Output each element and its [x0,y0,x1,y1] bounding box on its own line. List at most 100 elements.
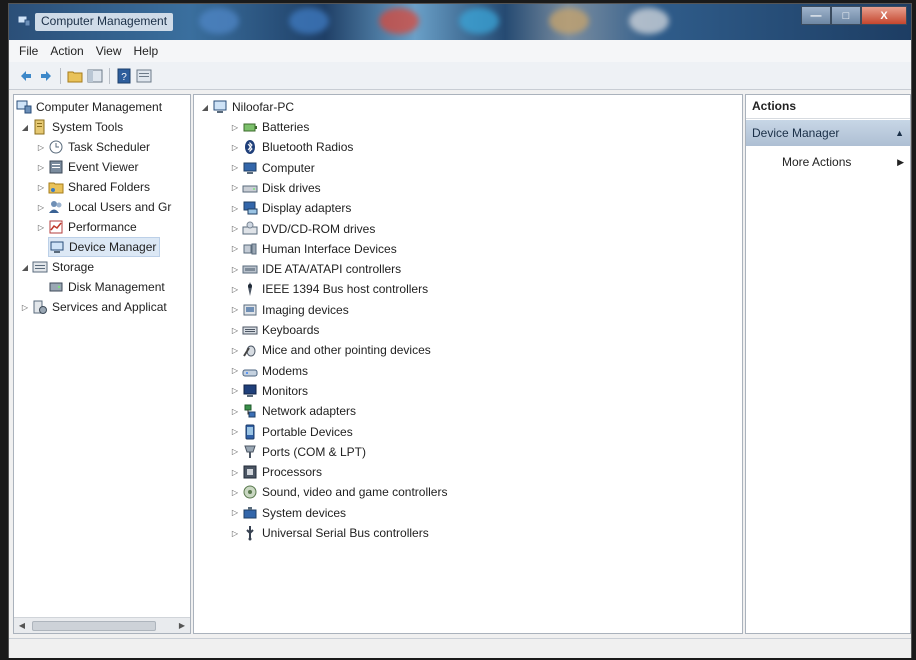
expand-arrow-icon[interactable]: ▷ [230,183,240,192]
menu-view[interactable]: View [90,42,128,60]
expand-arrow-icon[interactable]: ▷ [230,407,240,416]
more-actions-label: More Actions [782,155,852,169]
scroll-right-icon[interactable]: ▶ [176,620,188,632]
device-category-item[interactable]: ▷ DVD/CD-ROM drives [230,219,375,239]
expand-arrow-icon[interactable]: ▷ [20,303,30,312]
device-category-item[interactable]: ▷ Batteries [230,117,309,137]
device-category-item[interactable]: ▷ Bluetooth Radios [230,137,353,157]
device-category-label: Modems [262,363,309,378]
tree-item-disk-management[interactable]: Disk Management [48,277,165,297]
expand-arrow-icon[interactable]: ▷ [230,265,240,274]
device-category-item[interactable]: ▷ Human Interface Devices [230,239,397,259]
device-category-item[interactable]: ▷ IDE ATA/ATAPI controllers [230,259,401,279]
expand-arrow-icon[interactable]: ▷ [230,427,240,436]
expand-arrow-icon[interactable]: ▷ [36,183,46,192]
device-category-item[interactable]: ▷ Sound, video and game controllers [230,482,448,502]
tree-item-storage[interactable]: ◢ Storage [20,257,94,277]
tree-item-local-users[interactable]: ▷ Local Users and Gr [36,197,171,217]
collapse-arrow-icon[interactable]: ◢ [20,263,30,272]
device-category-item[interactable]: ▷ System devices [230,503,346,523]
expand-arrow-icon[interactable]: ▷ [230,468,240,477]
tree-item-services-and-applications[interactable]: ▷ Services and Applicat [20,297,167,317]
expand-arrow-icon[interactable]: ▷ [230,163,240,172]
system-device-icon [243,506,257,519]
actions-group-device-manager[interactable]: Device Manager ▲ [746,120,910,146]
maximize-button[interactable]: □ [831,6,861,25]
device-category-item[interactable]: ▷ Processors [230,462,322,482]
expand-arrow-icon[interactable]: ▷ [230,529,240,538]
tree-item-computer-management[interactable]: Computer Management [16,97,162,117]
device-category-item[interactable]: ▷ Network adapters [230,401,356,421]
tree-label: Storage [52,260,95,274]
scrollbar-thumb[interactable] [32,621,156,631]
properties-icon[interactable] [135,67,153,85]
processor-icon [243,465,257,479]
device-category-label: DVD/CD-ROM drives [262,221,376,236]
expand-arrow-icon[interactable]: ▷ [230,305,240,314]
collapse-arrow-icon[interactable]: ◢ [20,123,30,132]
device-category-item[interactable]: ▷ Mice and other pointing devices [230,340,431,360]
horizontal-scrollbar[interactable]: ◀ ▶ [14,617,190,633]
more-actions-item[interactable]: More Actions ▶ [746,151,910,173]
menu-file[interactable]: File [13,42,44,60]
expand-arrow-icon[interactable]: ▷ [230,386,240,395]
device-category-item[interactable]: ▷ Portable Devices [230,422,353,442]
expand-arrow-icon[interactable]: ▷ [230,346,240,355]
submenu-arrow-icon: ▶ [897,156,904,167]
help-icon[interactable]: ? [115,67,133,85]
show-hide-tree-icon[interactable] [86,67,104,85]
menu-help[interactable]: Help [128,42,165,60]
device-category-item[interactable]: ▷ Monitors [230,381,308,401]
scroll-left-icon[interactable]: ◀ [16,620,28,632]
expand-arrow-icon[interactable]: ▷ [230,285,240,294]
expand-arrow-icon[interactable]: ▷ [230,244,240,253]
menu-action[interactable]: Action [44,42,89,60]
collapse-arrow-icon[interactable]: ◢ [200,103,210,112]
device-category-item[interactable]: ▷ Ports (COM & LPT) [230,442,366,462]
expand-arrow-icon[interactable]: ▷ [230,204,240,213]
expand-arrow-icon[interactable]: ▷ [36,203,46,212]
expand-arrow-icon[interactable]: ▷ [230,143,240,152]
device-category-item[interactable]: ▷ Computer [230,158,315,178]
up-folder-icon[interactable] [66,67,84,85]
device-category-item[interactable]: ▷ Disk drives [230,178,321,198]
network-adapter-icon [244,404,256,418]
device-category-label: Monitors [262,383,309,398]
device-category-item[interactable]: ▷ Universal Serial Bus controllers [230,523,429,543]
device-category-label: Sound, video and game controllers [262,485,448,500]
device-category-item[interactable]: ▷ Modems [230,361,308,381]
forward-arrow-icon[interactable] [37,67,55,85]
taskbar-blur-blob [629,8,669,34]
tree-item-event-viewer[interactable]: ▷ Event Viewer [36,157,139,177]
device-category-item[interactable]: ▷ Keyboards [230,320,319,340]
tree-item-device-manager[interactable]: Device Manager [48,237,161,257]
expand-arrow-icon[interactable]: ▷ [230,447,240,456]
tree-item-task-scheduler[interactable]: ▷ Task Scheduler [36,137,150,157]
tree-item-performance[interactable]: ▷ Performance [36,217,137,237]
collapse-up-icon[interactable]: ▲ [895,128,904,138]
dvd-drive-icon [242,221,258,234]
tree-item-system-tools[interactable]: ◢ System Tools [20,117,123,137]
device-tree-root[interactable]: ◢ Niloofar-PC [200,97,294,117]
device-category-label: Keyboards [262,323,320,337]
title-bar[interactable]: Computer Management — □ X [9,4,911,40]
expand-arrow-icon[interactable]: ▷ [230,326,240,335]
expand-arrow-icon[interactable]: ▷ [230,366,240,375]
expand-arrow-icon[interactable]: ▷ [230,508,240,517]
back-arrow-icon[interactable] [17,67,35,85]
close-button[interactable]: X [861,6,907,25]
computer-management-icon [17,15,31,27]
expand-arrow-icon[interactable]: ▷ [230,224,240,233]
minimize-button[interactable]: — [801,6,831,25]
expand-arrow-icon[interactable]: ▷ [230,123,240,132]
device-category-item[interactable]: ▷ Display adapters [230,198,351,218]
device-category-item[interactable]: ▷ Imaging devices [230,300,349,320]
device-category-item[interactable]: ▷ IEEE 1394 Bus host controllers [230,279,428,299]
monitor-icon [243,384,257,397]
expand-arrow-icon[interactable]: ▷ [230,488,240,497]
expand-arrow-icon[interactable]: ▷ [36,223,46,232]
expand-arrow-icon[interactable]: ▷ [36,143,46,152]
tree-item-shared-folders[interactable]: ▷ Shared Folders [36,177,150,197]
toolbar: ? [9,62,911,90]
expand-arrow-icon[interactable]: ▷ [36,163,46,172]
